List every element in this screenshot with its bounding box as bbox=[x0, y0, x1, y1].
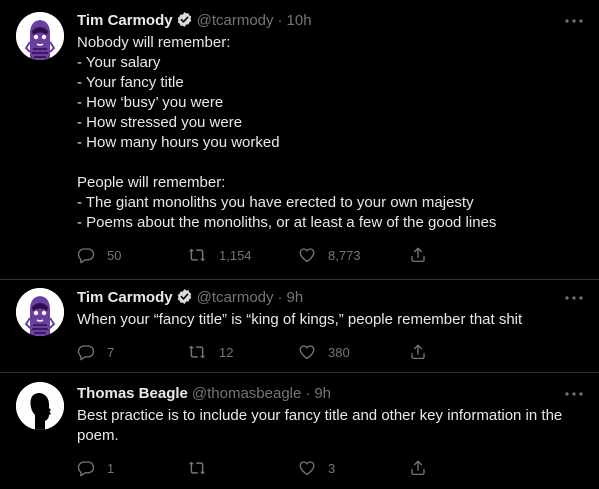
reply-icon bbox=[77, 343, 95, 361]
reply-icon bbox=[77, 246, 95, 264]
more-horizontal-icon[interactable] bbox=[563, 11, 585, 31]
share-icon bbox=[409, 246, 427, 264]
author-name[interactable]: Tim Carmody bbox=[77, 289, 173, 306]
tweet-header: Thomas Beagle @thomasbeagle · 9h bbox=[77, 384, 583, 404]
tweet-header: Tim Carmody @tcarmody · 10h bbox=[77, 11, 583, 34]
reply-count: 50 bbox=[107, 247, 122, 263]
tweet-line: - How stressed you were bbox=[77, 114, 243, 131]
tweet-line: People will remember: bbox=[77, 174, 226, 191]
reply-count: 1 bbox=[107, 460, 115, 476]
avatar[interactable] bbox=[16, 12, 64, 60]
reply-count: 7 bbox=[107, 344, 115, 360]
tweet-line: Nobody will remember: bbox=[77, 34, 231, 51]
avatar[interactable] bbox=[16, 288, 64, 336]
like-button[interactable]: 8,773 bbox=[298, 245, 361, 265]
share-button[interactable] bbox=[409, 458, 427, 478]
statue-avatar-image bbox=[16, 12, 64, 60]
reply-button[interactable]: 1 bbox=[77, 458, 114, 478]
statue-avatar-image bbox=[16, 288, 64, 336]
tweet-timestamp[interactable]: 10h bbox=[287, 12, 312, 29]
avatar[interactable] bbox=[16, 382, 64, 430]
tweet-timestamp[interactable]: 9h bbox=[314, 385, 331, 402]
author-name[interactable]: Tim Carmody bbox=[77, 12, 173, 29]
share-button[interactable] bbox=[409, 342, 427, 362]
more-horizontal-icon[interactable] bbox=[563, 288, 585, 308]
author-handle[interactable]: @tcarmody bbox=[197, 12, 274, 29]
retweet-button[interactable]: 1,154 bbox=[187, 245, 252, 265]
verified-badge-icon bbox=[176, 11, 193, 34]
tweet-actions: 50 1,154 8,773 bbox=[77, 245, 507, 265]
retweet-icon bbox=[187, 343, 207, 361]
silhouette-avatar-image bbox=[16, 382, 64, 430]
reply-icon bbox=[77, 459, 95, 477]
tweet-header: Tim Carmody @tcarmody · 9h bbox=[77, 288, 583, 311]
author-name[interactable]: Thomas Beagle bbox=[77, 385, 188, 402]
author-handle[interactable]: @thomasbeagle bbox=[192, 385, 301, 402]
retweet-count: 1,154 bbox=[219, 247, 252, 263]
tweet-line: - How many hours you worked bbox=[77, 134, 280, 151]
tweet[interactable]: Thomas Beagle @thomasbeagle · 9h Best pract… bbox=[0, 373, 599, 489]
tweet-text: Best practice is to include your fancy t… bbox=[77, 406, 583, 446]
share-icon bbox=[409, 459, 427, 477]
like-icon bbox=[298, 246, 316, 264]
retweet-icon bbox=[187, 459, 207, 477]
tweet-line: Best practice is to include your fancy t… bbox=[77, 407, 563, 444]
verified-badge-icon bbox=[176, 288, 193, 311]
reply-button[interactable]: 50 bbox=[77, 245, 121, 265]
separator-dot: · bbox=[277, 289, 283, 306]
like-icon bbox=[298, 459, 316, 477]
like-button[interactable]: 380 bbox=[298, 342, 350, 362]
tweet[interactable]: Tim Carmody @tcarmody · 10h Nobody will rem… bbox=[0, 0, 599, 280]
retweet-count: 12 bbox=[219, 344, 234, 360]
retweet-button[interactable] bbox=[187, 458, 219, 478]
tweet-line: - Your salary bbox=[77, 54, 161, 71]
separator-dot: · bbox=[305, 385, 311, 402]
author-handle[interactable]: @tcarmody bbox=[197, 289, 274, 306]
retweet-button[interactable]: 12 bbox=[187, 342, 233, 362]
more-horizontal-icon[interactable] bbox=[563, 384, 585, 404]
tweet-line: - The giant monoliths you have erected t… bbox=[77, 194, 474, 211]
like-count: 380 bbox=[328, 344, 350, 360]
tweet-line bbox=[77, 153, 583, 173]
tweet-text: Nobody will remember: - Your salary - Yo… bbox=[77, 33, 583, 233]
like-count: 3 bbox=[328, 460, 336, 476]
tweet-line: - Your fancy title bbox=[77, 74, 184, 91]
separator-dot: · bbox=[277, 12, 283, 29]
tweet-actions: 7 12 380 bbox=[77, 342, 507, 362]
tweet-line: - Poems about the monoliths, or at least… bbox=[77, 214, 497, 231]
share-icon bbox=[409, 343, 427, 361]
reply-button[interactable]: 7 bbox=[77, 342, 114, 362]
tweet-text: When your “fancy title” is “king of king… bbox=[77, 310, 583, 330]
like-icon bbox=[298, 343, 316, 361]
like-button[interactable]: 3 bbox=[298, 458, 335, 478]
tweet-line: - How ‘busy’ you were bbox=[77, 94, 224, 111]
tweet-timestamp[interactable]: 9h bbox=[287, 289, 304, 306]
tweet[interactable]: Tim Carmody @tcarmody · 9h When your “fancy… bbox=[0, 280, 599, 373]
tweet-actions: 1 3 bbox=[77, 458, 507, 478]
tweet-line: When your “fancy title” is “king of king… bbox=[77, 311, 523, 328]
like-count: 8,773 bbox=[328, 247, 361, 263]
retweet-icon bbox=[187, 246, 207, 264]
share-button[interactable] bbox=[409, 245, 427, 265]
